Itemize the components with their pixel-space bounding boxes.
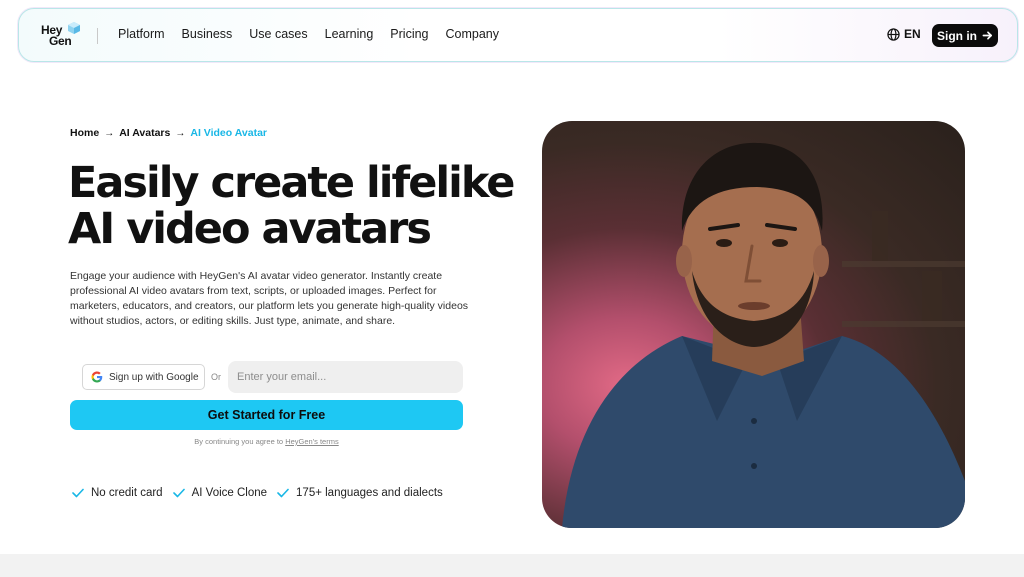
terms-prefix: By continuing you agree to [194, 437, 284, 446]
feature-label: AI Voice Clone [191, 487, 268, 499]
avatar-portrait-illustration [562, 142, 965, 528]
arrow-right-icon [982, 31, 992, 40]
breadcrumb-home[interactable]: Home [70, 127, 99, 139]
breadcrumb-current: AI Video Avatar [190, 127, 267, 139]
breadcrumb: Home → AI Avatars → AI Video Avatar [70, 127, 267, 139]
check-icon [277, 488, 289, 498]
google-signup-label: Sign up with Google [109, 371, 199, 383]
terms-link[interactable]: HeyGen's terms [285, 437, 339, 446]
get-started-button[interactable]: Get Started for Free [70, 400, 463, 430]
google-icon [91, 371, 103, 383]
breadcrumb-ai-avatars[interactable]: AI Avatars [119, 127, 170, 139]
language-selector[interactable]: EN [887, 27, 921, 41]
nav-divider [97, 28, 98, 44]
page-title: Easily create lifelike AI video avatars [68, 160, 528, 252]
logo-text-gen: Gen [49, 34, 72, 48]
page-title-line1: Easily create lifelike [68, 158, 515, 208]
check-icon [72, 488, 84, 498]
sign-in-button[interactable]: Sign in [932, 24, 998, 47]
breadcrumb-arrow-icon: → [175, 127, 186, 139]
menu-item-business[interactable]: Business [182, 27, 233, 41]
menu-item-use-cases[interactable]: Use cases [249, 27, 307, 41]
menu-item-platform[interactable]: Platform [118, 27, 165, 41]
heygen-logo[interactable]: Hey Gen [41, 22, 81, 50]
sign-in-label: Sign in [937, 28, 977, 43]
globe-icon [887, 27, 900, 41]
menu-item-pricing[interactable]: Pricing [390, 27, 428, 41]
google-signup-button[interactable]: Sign up with Google [82, 364, 205, 390]
top-navigation: Hey Gen Platform Business Use cases Lear… [18, 8, 1018, 62]
feature-label: 175+ languages and dialects [296, 487, 443, 499]
terms-notice: By continuing you agree to HeyGen's term… [70, 437, 463, 446]
avatar-video-image [542, 121, 965, 528]
check-icon [172, 488, 185, 498]
feature-list: No credit card AI Voice Clone 175+ langu… [72, 487, 453, 499]
feature-item: No credit card [72, 487, 163, 499]
feature-label: No credit card [91, 487, 163, 499]
main-menu: Platform Business Use cases Learning Pri… [118, 27, 516, 41]
hero-description: Engage your audience with HeyGen's AI av… [70, 270, 469, 327]
email-input[interactable] [228, 361, 463, 393]
feature-item: AI Voice Clone [172, 487, 268, 499]
breadcrumb-arrow-icon: → [104, 127, 115, 139]
menu-item-company[interactable]: Company [446, 27, 500, 41]
menu-item-learning[interactable]: Learning [325, 27, 374, 41]
page-title-line2: AI video avatars [68, 204, 432, 254]
or-divider-text: Or [211, 372, 221, 382]
language-label: EN [904, 27, 921, 41]
next-section-band [0, 554, 1024, 577]
feature-item: 175+ languages and dialects [277, 487, 443, 499]
logo-cube-icon [68, 22, 80, 34]
